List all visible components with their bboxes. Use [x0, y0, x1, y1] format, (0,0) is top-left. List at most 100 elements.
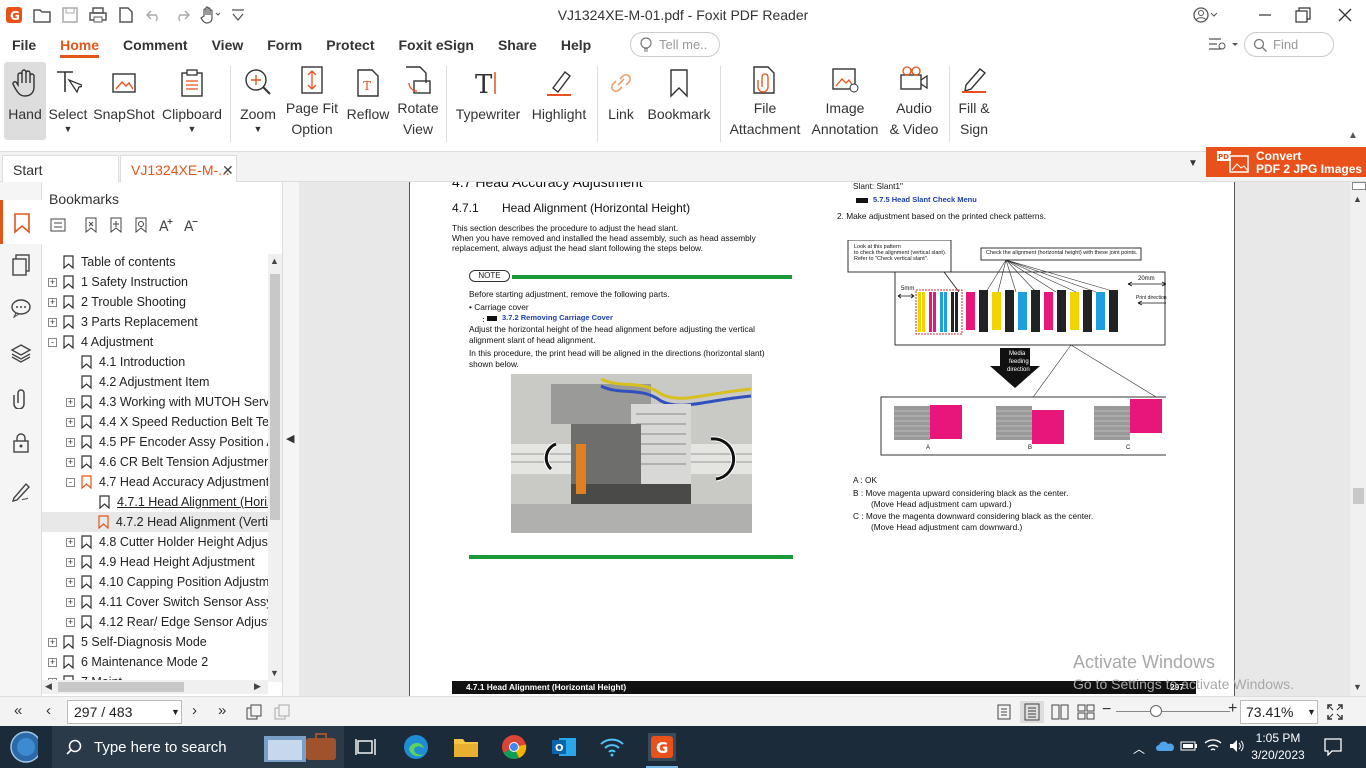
bookmark-item[interactable]: +5 Self-Diagnosis Mode: [48, 632, 207, 652]
zoom-button[interactable]: Zoom ▼: [237, 62, 279, 140]
redo-icon[interactable]: [168, 0, 196, 30]
zoom-slider-thumb[interactable]: [1150, 705, 1162, 717]
bookmark-vertical-scrollbar[interactable]: ▲ ▼: [268, 254, 282, 682]
highlight-button[interactable]: Highlight: [527, 62, 591, 140]
next-page-icon[interactable]: ›: [192, 702, 197, 719]
zoom-out-icon[interactable]: −: [1102, 701, 1111, 719]
snapshot-button[interactable]: SnapShot: [93, 62, 155, 140]
expand-icon[interactable]: +: [66, 397, 75, 407]
bookmark-item[interactable]: +3 Parts Replacement: [48, 312, 198, 332]
close-window-button[interactable]: [1322, 0, 1366, 30]
file-attachment-button[interactable]: File Attachment: [727, 62, 803, 140]
save-icon[interactable]: [56, 0, 84, 30]
find-input[interactable]: Find: [1244, 32, 1334, 57]
bookmark-item[interactable]: +2 Trouble Shooting: [48, 292, 186, 312]
menu-comment[interactable]: Comment: [111, 30, 200, 60]
layers-panel-icon[interactable]: [8, 340, 34, 366]
close-tab-icon[interactable]: ✕: [222, 156, 234, 184]
menu-file[interactable]: File: [0, 30, 48, 60]
security-panel-icon[interactable]: [8, 430, 34, 456]
continuous-page-icon[interactable]: [1020, 701, 1044, 723]
tab-start[interactable]: Start: [2, 155, 119, 183]
expand-icon[interactable]: +: [48, 297, 57, 307]
rotate-view-button[interactable]: Rotate View: [395, 62, 441, 140]
file-explorer-icon[interactable]: [452, 733, 480, 761]
comments-panel-icon[interactable]: [8, 295, 34, 321]
panel-collapse-handle[interactable]: ◀: [283, 182, 299, 696]
menu-share[interactable]: Share: [486, 30, 549, 60]
add-bookmark-icon[interactable]: [106, 215, 125, 234]
tell-me-input[interactable]: Tell me..: [630, 32, 720, 57]
bookmark-options-icon[interactable]: [48, 215, 67, 234]
bookmark-item[interactable]: 4.2 Adjustment Item: [66, 372, 209, 392]
collapse-icon[interactable]: -: [48, 337, 57, 347]
image-annotation-button[interactable]: Image Annotation: [808, 62, 882, 140]
foxit-taskbar-icon[interactable]: G: [648, 733, 676, 761]
system-clock[interactable]: 1:05 PM 3/20/2023: [1248, 730, 1308, 764]
tab-document[interactable]: VJ1324XE-M-... ✕: [120, 155, 237, 183]
bookmark-item[interactable]: +1 Safety Instruction: [48, 272, 188, 292]
restore-button[interactable]: [1280, 0, 1326, 30]
shrink-text-icon[interactable]: A: [181, 215, 200, 234]
head-slant-link[interactable]: 5.7.5 Head Slant Check Menu: [873, 195, 977, 206]
expand-icon[interactable]: +: [48, 277, 57, 287]
expand-icon[interactable]: +: [66, 577, 75, 587]
expand-icon[interactable]: +: [48, 317, 57, 327]
expand-icon[interactable]: +: [66, 537, 75, 547]
task-view-icon[interactable]: [352, 733, 380, 761]
scroll-down-icon[interactable]: ▼: [1353, 682, 1362, 692]
bookmark-item[interactable]: +4.8 Cutter Holder Height Adjust: [66, 532, 268, 552]
zoom-dropdown-icon[interactable]: ▼: [1307, 701, 1316, 723]
expand-icon[interactable]: +: [66, 557, 75, 567]
bookmark-item[interactable]: +4.9 Head Height Adjustment: [66, 552, 255, 572]
select-tool-button[interactable]: Select ▼: [48, 62, 88, 140]
menu-protect[interactable]: Protect: [314, 30, 386, 60]
expand-icon[interactable]: +: [66, 437, 75, 447]
network-icon[interactable]: [1204, 738, 1222, 754]
convert-pdf-banner[interactable]: PDF Convert PDF 2 JPG Images: [1206, 147, 1366, 177]
split-handle[interactable]: [1352, 182, 1366, 190]
bookmark-item[interactable]: +6 Maintenance Mode 2: [48, 652, 208, 672]
document-viewport[interactable]: 4.7 Head Accuracy Adjustment 4.7.1 Head …: [299, 182, 1350, 696]
expand-icon[interactable]: +: [66, 457, 75, 467]
document-vertical-scrollbar[interactable]: ▲ ▼: [1350, 182, 1366, 696]
next-view-icon[interactable]: [274, 704, 290, 720]
bookmark-item[interactable]: +7 Maint: [48, 672, 122, 680]
signature-panel-icon[interactable]: [8, 478, 34, 504]
zoom-level-input[interactable]: 73.41% ▼: [1240, 700, 1318, 724]
previous-view-icon[interactable]: [246, 704, 262, 720]
bookmark-item[interactable]: +4.11 Cover Switch Sensor Assy P: [66, 592, 268, 612]
continuous-facing-icon[interactable]: [1077, 704, 1095, 720]
collapse-left-icon[interactable]: ◀: [286, 432, 294, 445]
battery-icon[interactable]: [1180, 739, 1198, 753]
menu-form[interactable]: Form: [255, 30, 314, 60]
audio-video-button[interactable]: Audio & Video: [886, 62, 942, 140]
attachments-panel-icon[interactable]: [8, 385, 34, 411]
expand-icon[interactable]: +: [66, 597, 75, 607]
outlook-icon[interactable]: O: [550, 733, 578, 761]
print-icon[interactable]: [84, 0, 112, 30]
start-button[interactable]: [10, 731, 38, 763]
delete-bookmark-icon[interactable]: [81, 215, 100, 234]
collapse-icon[interactable]: -: [66, 477, 75, 487]
bookmark-item[interactable]: +4.10 Capping Position Adjustme: [66, 572, 268, 592]
expand-icon[interactable]: +: [48, 637, 57, 647]
link-button[interactable]: Link: [603, 62, 639, 140]
menu-foxit-esign[interactable]: Foxit eSign: [386, 30, 485, 60]
expand-icon[interactable]: +: [66, 617, 75, 627]
bookmark-item[interactable]: +4.6 CR Belt Tension Adjustment: [66, 452, 268, 472]
bookmark-item[interactable]: +4.12 Rear/ Edge Sensor Adjustm: [66, 612, 268, 632]
bookmarks-panel-tab[interactable]: [0, 200, 42, 244]
account-icon[interactable]: [1183, 0, 1229, 30]
bookmark-item[interactable]: - 4.7 Head Accuracy Adjustment: [66, 472, 268, 492]
bookmark-item[interactable]: - 4 Adjustment: [48, 332, 153, 352]
facing-page-icon[interactable]: [1051, 704, 1069, 720]
zoom-in-icon[interactable]: +: [1228, 700, 1237, 718]
pages-panel-icon[interactable]: [8, 252, 34, 278]
note-link[interactable]: 3.7.2 Removing Carriage Cover: [502, 313, 613, 324]
bookmark-item[interactable]: +4.3 Working with MUTOH Servi: [66, 392, 268, 412]
hand-tool-button[interactable]: Hand: [4, 62, 46, 140]
bookmark-item[interactable]: Table of contents: [48, 252, 176, 272]
undo-icon[interactable]: [140, 0, 168, 30]
fill-sign-button[interactable]: Fill & Sign: [954, 62, 994, 140]
